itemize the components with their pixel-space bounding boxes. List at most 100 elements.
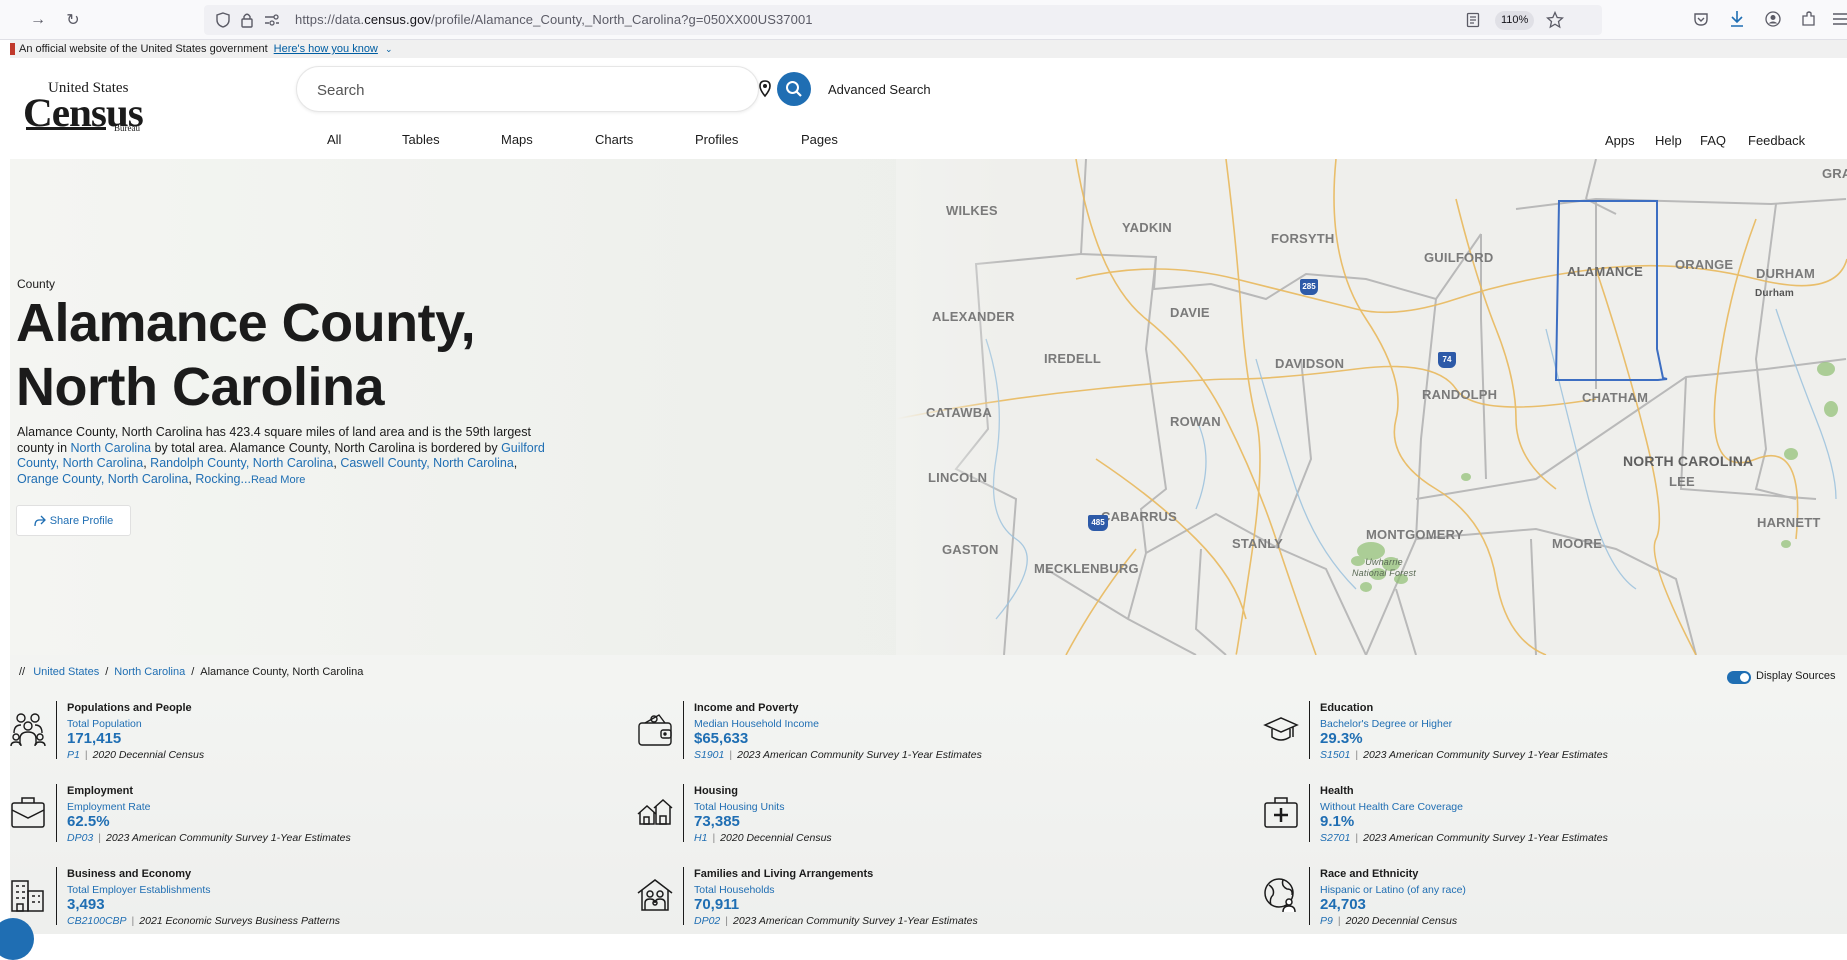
reader-view-icon[interactable] xyxy=(1466,12,1480,28)
stat-table-code[interactable]: S2701 xyxy=(1320,832,1350,844)
logo-line-3: Bureau xyxy=(114,123,140,133)
map-label-lee: LEE xyxy=(1669,474,1695,489)
permissions-icon[interactable] xyxy=(264,14,280,26)
stat-table-code[interactable]: S1501 xyxy=(1320,749,1350,761)
stat-source: 2023 American Community Survey 1-Year Es… xyxy=(1363,832,1608,844)
stat-table-code[interactable]: H1 xyxy=(694,832,707,844)
tab-profiles[interactable]: Profiles xyxy=(695,132,738,147)
stat-value[interactable]: $65,633 xyxy=(694,730,748,747)
houses-icon xyxy=(637,798,673,825)
feedback-link[interactable]: Feedback xyxy=(1748,133,1805,148)
location-pin-icon[interactable] xyxy=(755,79,775,99)
map-label-davie: DAVIE xyxy=(1170,305,1210,320)
bookmark-star-icon[interactable] xyxy=(1546,11,1564,29)
heres-how-you-know-link[interactable]: Here's how you know xyxy=(274,43,378,55)
stat-table-code[interactable]: S1901 xyxy=(694,749,724,761)
breadcrumb-united-states[interactable]: United States xyxy=(33,666,99,678)
stat-label[interactable]: Total Population xyxy=(67,718,142,730)
stat-table-code[interactable]: P1 xyxy=(67,749,80,761)
tab-charts[interactable]: Charts xyxy=(595,132,633,147)
tab-maps[interactable]: Maps xyxy=(501,132,533,147)
advanced-search-link[interactable]: Advanced Search xyxy=(828,82,931,97)
stat-card[interactable]: Families and Living Arrangements Total H… xyxy=(637,867,1237,947)
stat-label[interactable]: Total Housing Units xyxy=(694,801,784,813)
link-rockingham-county[interactable]: Rocking... xyxy=(195,472,251,486)
profile-description: Alamance County, North Carolina has 423.… xyxy=(17,425,545,487)
stat-label[interactable]: Bachelor's Degree or Higher xyxy=(1320,718,1452,730)
stat-card[interactable]: Health Without Health Care Coverage 9.1%… xyxy=(1263,784,1847,864)
stat-card[interactable]: Race and Ethnicity Hispanic or Latino (o… xyxy=(1263,867,1847,947)
stat-value[interactable]: 3,493 xyxy=(67,896,105,913)
zoom-level[interactable]: 110% xyxy=(1495,11,1535,30)
stat-value[interactable]: 29.3% xyxy=(1320,730,1363,747)
display-sources-toggle[interactable] xyxy=(1727,671,1751,684)
stat-card[interactable]: Housing Total Housing Units 73,385 H1 | 20… xyxy=(637,784,1237,864)
apps-link[interactable]: Apps xyxy=(1605,133,1635,148)
stat-value[interactable]: 24,703 xyxy=(1320,896,1366,913)
stat-value[interactable]: 171,415 xyxy=(67,730,121,747)
stat-label[interactable]: Median Household Income xyxy=(694,718,819,730)
chat-widget-button[interactable] xyxy=(0,918,34,960)
stat-card[interactable]: Education Bachelor's Degree or Higher 29… xyxy=(1263,701,1847,781)
link-caswell-county[interactable]: Caswell County, North Carolina xyxy=(340,456,513,470)
stat-value[interactable]: 73,385 xyxy=(694,813,740,830)
stat-category: Populations and People xyxy=(67,702,192,714)
stat-label[interactable]: Total Households xyxy=(694,884,775,896)
map-roads xyxy=(896,159,1847,655)
link-randolph-county[interactable]: Randolph County, North Carolina xyxy=(150,456,333,470)
chevron-down-icon[interactable]: ⌄ xyxy=(385,44,393,54)
map-label-forest: Uwharrie National Forest xyxy=(1351,557,1417,578)
extensions-icon[interactable] xyxy=(1800,10,1816,28)
stat-card[interactable]: Income and Poverty Median Household Inco… xyxy=(637,701,1237,781)
stat-value[interactable]: 70,911 xyxy=(694,896,739,913)
stat-category: Health xyxy=(1320,785,1354,797)
gov-banner: An official website of the United States… xyxy=(10,40,1847,58)
stat-source: 2023 American Community Survey 1-Year Es… xyxy=(733,915,978,927)
stat-label[interactable]: Total Employer Establishments xyxy=(67,884,211,896)
reload-icon[interactable]: ↻ xyxy=(61,8,85,32)
map-label-stanly: STANLY xyxy=(1232,536,1284,551)
stat-label[interactable]: Employment Rate xyxy=(67,801,150,813)
stat-value[interactable]: 62.5% xyxy=(67,813,110,830)
stat-table-code[interactable]: DP03 xyxy=(67,832,93,844)
map-label-iredell: IREDELL xyxy=(1044,351,1102,366)
menu-icon[interactable] xyxy=(1833,12,1847,26)
stat-card[interactable]: Populations and People Total Population … xyxy=(10,701,610,781)
breadcrumb-current: Alamance County, North Carolina xyxy=(200,666,364,678)
read-more-link[interactable]: Read More xyxy=(251,474,305,486)
stat-table-code[interactable]: DP02 xyxy=(694,915,720,927)
link-north-carolina[interactable]: North Carolina xyxy=(71,441,152,455)
url-text[interactable]: https://data.census.gov/profile/Alamance… xyxy=(295,12,813,27)
share-icon xyxy=(34,515,46,526)
address-bar[interactable]: https://data.census.gov/profile/Alamance… xyxy=(204,5,1602,35)
map-label-alexander: ALEXANDER xyxy=(932,309,1015,324)
share-profile-button[interactable]: Share Profile xyxy=(16,505,131,536)
tab-all[interactable]: All xyxy=(327,132,341,147)
stat-source: 2020 Decennial Census xyxy=(1345,915,1458,927)
search-box xyxy=(296,66,811,112)
stat-label[interactable]: Hispanic or Latino (of any race) xyxy=(1320,884,1466,896)
stat-card[interactable]: Employment Employment Rate 62.5% DP03 | 20… xyxy=(10,784,610,864)
tab-pages[interactable]: Pages xyxy=(801,132,838,147)
census-logo[interactable]: United States Census Bureau xyxy=(23,80,153,135)
pocket-icon[interactable] xyxy=(1693,11,1709,27)
account-icon[interactable] xyxy=(1765,11,1781,27)
link-orange-county[interactable]: Orange County, North Carolina xyxy=(17,472,188,486)
tab-tables[interactable]: Tables xyxy=(402,132,440,147)
stat-table-code[interactable]: P9 xyxy=(1320,915,1333,927)
wallet-icon xyxy=(638,714,672,746)
stat-category: Housing xyxy=(694,785,738,797)
county-map[interactable]: WILKES YADKIN FORSYTH GUILFORD ALAMANCE … xyxy=(896,159,1847,655)
breadcrumb-north-carolina[interactable]: North Carolina xyxy=(114,666,185,678)
search-input[interactable] xyxy=(317,78,657,102)
stat-label[interactable]: Without Health Care Coverage xyxy=(1320,801,1463,813)
stat-table-code[interactable]: CB2100CBP xyxy=(67,915,127,927)
stat-value[interactable]: 9.1% xyxy=(1320,813,1354,830)
help-link[interactable]: Help xyxy=(1655,133,1682,148)
forward-icon[interactable]: → xyxy=(26,8,50,32)
search-button[interactable] xyxy=(777,72,811,106)
interstate-74-shield: 74 xyxy=(1438,352,1456,368)
stat-card[interactable]: Business and Economy Total Employer Esta… xyxy=(10,867,610,947)
download-icon[interactable] xyxy=(1729,10,1745,28)
faq-link[interactable]: FAQ xyxy=(1700,133,1726,148)
